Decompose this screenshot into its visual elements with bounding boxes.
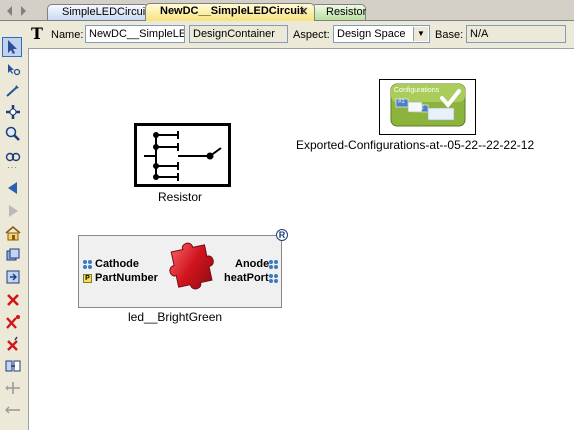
base-field: N/A: [466, 25, 566, 43]
cycle-ports-icon[interactable]: [5, 269, 21, 285]
cathode-port-icon[interactable]: [83, 260, 92, 269]
tab-scroll-arrows[interactable]: [4, 5, 42, 17]
split-tool-icon[interactable]: [5, 358, 21, 374]
port-heatport[interactable]: heatPort: [224, 272, 269, 284]
tab-label: NewDC__SimpleLEDCircuit: [160, 5, 304, 17]
configurations-object[interactable]: Configurations #1 #2: [379, 79, 476, 135]
puzzle-piece-icon: [169, 242, 214, 290]
aspect-selected-value: Design Space: [337, 28, 406, 40]
pan-tool-icon[interactable]: [5, 104, 21, 120]
chevron-down-icon[interactable]: ▼: [413, 27, 428, 41]
reference-badge-label: R: [278, 230, 286, 240]
configurations-badge-2: #2: [417, 105, 424, 111]
resistor-object[interactable]: [134, 123, 231, 187]
close-tab-icon[interactable]: ✕: [299, 5, 308, 20]
parameter-icon: P: [83, 274, 92, 283]
connect-tool-icon[interactable]: [5, 83, 21, 99]
resistor-caption: Resistor: [158, 190, 203, 204]
document-tab-bar: SimpleLEDCircuit Resistor NewDC__SimpleL…: [0, 0, 574, 21]
tab-label: Resistor: [326, 6, 367, 18]
tab-newdc-simpleledcircuit[interactable]: NewDC__SimpleLEDCircuit ✕: [145, 3, 315, 21]
reference-badge-icon: R: [276, 229, 288, 241]
select-pointer-icon[interactable]: [2, 37, 22, 57]
delete-connections-icon[interactable]: [5, 314, 21, 330]
port-cathode[interactable]: Cathode: [95, 258, 139, 270]
resistor-icon: [134, 123, 231, 187]
toolbar-separator: ···: [7, 163, 18, 172]
remove-connection-icon[interactable]: [5, 402, 21, 418]
navigate-back-icon[interactable]: [5, 180, 21, 196]
tab-resistor[interactable]: Resistor: [311, 4, 366, 20]
configurations-icon-title: Configurations: [394, 87, 440, 94]
zoom-fit-icon[interactable]: [5, 147, 21, 163]
delete-icon[interactable]: [5, 292, 21, 308]
mode-toolbar: ··· ···: [0, 36, 29, 430]
base-label: Base:: [435, 29, 464, 41]
name-label: Name:: [51, 29, 84, 41]
delete-selected-icon[interactable]: [5, 336, 21, 352]
magnifier-icon[interactable]: [5, 126, 21, 142]
tab-label: SimpleLEDCircuit: [62, 6, 149, 18]
configurations-caption: Exported-Configurations-at--05-22--22-22…: [296, 138, 535, 152]
led-caption: led__BrightGreen: [128, 310, 223, 324]
aspect-label: Aspect:: [293, 29, 330, 41]
name-field[interactable]: NewDC__SimpleLEDCircuit: [85, 25, 185, 43]
configurations-badge-1: #1: [398, 99, 405, 105]
navigate-forward-icon[interactable]: [5, 203, 21, 219]
anode-port-icon[interactable]: [269, 260, 278, 269]
aspect-select[interactable]: Design Space ▼: [333, 25, 430, 43]
kind-field: DesignContainer: [189, 25, 288, 43]
port-partnumber[interactable]: PartNumber: [95, 272, 158, 284]
add-connection-icon[interactable]: [5, 380, 21, 396]
tab-simpleledcircuit[interactable]: SimpleLEDCircuit: [47, 4, 149, 20]
port-anode[interactable]: Anode: [235, 258, 269, 270]
properties-bar: T Name: NewDC__SimpleLEDCircuit DesignCo…: [0, 21, 574, 49]
cycle-aspect-icon[interactable]: [5, 247, 21, 263]
heatport-port-icon[interactable]: [269, 274, 278, 283]
text-tool-icon[interactable]: T: [31, 24, 43, 43]
home-icon[interactable]: [5, 225, 21, 241]
zoom-tool-icon[interactable]: [5, 61, 21, 77]
led-component[interactable]: Cathode P PartNumber Anode heatPort: [78, 235, 282, 308]
